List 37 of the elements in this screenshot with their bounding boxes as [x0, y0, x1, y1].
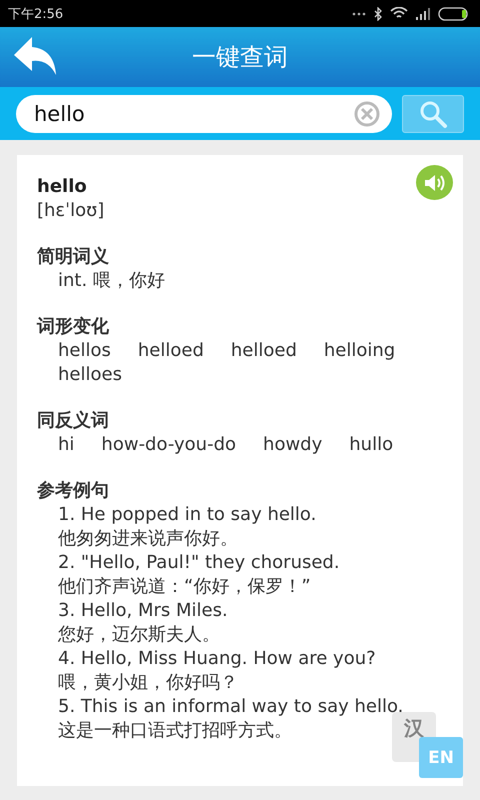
- search-button[interactable]: [402, 94, 464, 132]
- entry-line: int. 喂，你好: [57, 269, 165, 293]
- headword: hello: [37, 175, 87, 199]
- bluetooth-icon: [374, 6, 382, 20]
- word-form: helloing: [324, 339, 396, 363]
- word-form: helloed: [230, 339, 297, 363]
- phonetic: [hɛˈloʊ]: [37, 199, 104, 223]
- clear-icon[interactable]: [352, 98, 382, 128]
- entry-line: 4. Hello, Miss Huang. How are you?: [57, 647, 376, 671]
- entry-line: 1. He popped in to say hello.: [57, 503, 316, 527]
- signal-icon: [416, 8, 430, 20]
- entry-line: 您好，迈尔斯夫人。: [57, 623, 220, 647]
- entry-line: 喂，黄小姐，你好吗？: [57, 671, 238, 695]
- page-title: 一键查词: [192, 42, 288, 73]
- word-form: hullo: [349, 433, 394, 457]
- section-title: 简明词义: [37, 245, 109, 269]
- more-icon: [352, 12, 366, 16]
- battery-icon: [438, 6, 470, 20]
- entry-line: 他匆匆进来说声你好。: [57, 527, 238, 551]
- word-form: hellos: [58, 339, 111, 363]
- search-field[interactable]: hello: [16, 94, 392, 132]
- word-form: helloed: [138, 339, 204, 363]
- wifi-icon: [390, 7, 408, 20]
- speaker-icon[interactable]: [416, 165, 453, 200]
- english-label: EN: [419, 737, 463, 778]
- word-form: helloes: [58, 363, 122, 387]
- status-time: 下午2:56: [8, 6, 64, 22]
- word-form: how-do-you-do: [101, 433, 236, 457]
- section-title: 同反义词: [37, 409, 109, 433]
- entry-line: 3. Hello, Mrs Miles.: [57, 599, 228, 623]
- entry-line: 这是一种口语式打招呼方式。: [57, 719, 292, 743]
- word-form: hi: [58, 433, 74, 457]
- entry-line: 他们齐声说道：“你好，保罗！”: [57, 575, 311, 599]
- section-title: 词形变化: [37, 315, 109, 339]
- entry-line: 2. "Hello, Paul!" they chorused.: [57, 551, 340, 575]
- word-form: howdy: [263, 433, 322, 457]
- section-title: 参考例句: [37, 479, 109, 503]
